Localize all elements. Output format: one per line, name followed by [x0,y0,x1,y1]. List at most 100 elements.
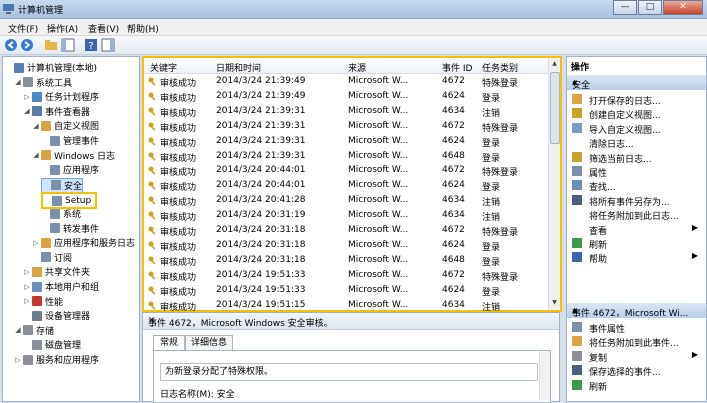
actions-section-event[interactable]: 事件 4672，Microsoft Wi... ▲ [567,303,706,319]
tree-shared-folders[interactable]: ▷ 共享文件夹 [23,265,90,278]
action-item[interactable]: 查找... [567,178,706,193]
table-row[interactable]: 审核成功 2014/3/24 21:39:49 Microsoft W... 4672… [144,74,548,89]
detail-scrollbar[interactable] [539,351,550,400]
action-item[interactable]: 创建自定义视图... [567,106,706,121]
menu-item-2[interactable]: 查看(V) [88,22,119,35]
tree-disk-management[interactable]: 磁盘管理 [23,338,81,351]
expand-toggle-icon[interactable]: ◢ [14,326,22,334]
expand-toggle-icon[interactable]: ◢ [14,78,22,86]
action-item[interactable]: 刷新 [567,236,706,251]
forward-arrow-icon[interactable] [20,38,34,52]
table-row[interactable]: 审核成功 2014/3/24 20:31:18 Microsoft W... 4624… [144,238,548,253]
close-detail-icon[interactable]: ✕ [148,316,554,326]
expand-toggle-icon[interactable]: ▷ [23,297,31,305]
action-label: 清除日志... [589,140,634,151]
action-item[interactable]: 打开保存的日志... [567,92,706,107]
tree-system-tools[interactable]: ◢ 系统工具 [14,76,72,89]
menu-item-0[interactable]: 文件(F) [8,22,38,35]
scroll-up-icon[interactable]: ▲ [550,60,559,69]
actions-section-security[interactable]: 安全 ▲ [567,75,706,91]
tree-forwarded-events[interactable]: 转发事件 [41,222,99,235]
tab-general[interactable]: 常规 [153,335,185,351]
scroll-down-icon[interactable]: ▼ [550,299,559,308]
action-item[interactable]: 导入自定义视图... [567,121,706,136]
table-row[interactable]: 审核成功 2014/3/24 20:31:18 Microsoft W... 4648… [144,253,548,268]
tree-local-users[interactable]: ▷ 本地用户和组 [23,280,99,293]
tree-custom-views[interactable]: ◢ 自定义视图 [32,119,99,132]
expand-toggle-icon[interactable]: ◢ [32,122,40,130]
action-item[interactable]: 将任务附加到此日志... [567,207,706,223]
tree-system[interactable]: 系统 [41,207,81,220]
table-row[interactable]: 审核成功 2014/3/24 21:39:31 Microsoft W... 4648… [144,149,548,164]
table-row[interactable]: 审核成功 2014/3/24 20:44:01 Microsoft W... 4672… [144,163,548,178]
action-item[interactable]: 帮助 ▶ [567,250,706,265]
expand-toggle-icon[interactable]: ▷ [23,93,31,101]
tree-services-apps[interactable]: ▷ 服务和应用程序 [14,353,99,366]
maximize-button[interactable]: □ [638,0,662,15]
expand-toggle-icon[interactable]: ◢ [23,107,31,115]
tree-security[interactable]: 安全 [41,177,84,193]
table-row[interactable]: 审核成功 2014/3/24 20:41:28 Microsoft W... 4634… [144,193,548,208]
collapse-icon[interactable]: ▲ [572,78,700,86]
table-row[interactable]: 审核成功 2014/3/24 21:39:31 Microsoft W... 4624… [144,134,548,149]
tree-node-icon [32,266,42,277]
column-header-4[interactable]: 任务类别 [482,61,518,74]
table-cell: 登录 [482,287,501,298]
action-item[interactable]: 属性 [567,164,706,179]
table-row[interactable]: 审核成功 2014/3/24 21:39:31 Microsoft W... 4672… [144,119,548,134]
expand-toggle-icon[interactable]: ▷ [23,268,31,276]
tree-computer-management[interactable]: 计算机管理(本地) [5,61,97,74]
back-arrow-icon[interactable] [4,38,18,52]
tree-app-service-logs[interactable]: ▷ 应用程序和服务日志 [32,236,135,249]
collapse-icon[interactable]: ▲ [572,306,700,314]
show-hide-action-pane-icon[interactable] [101,38,115,52]
tree-node-label: 管理事件 [63,137,100,147]
table-row[interactable]: 审核成功 2014/3/24 20:44:01 Microsoft W... 4624… [144,178,548,193]
action-item[interactable]: 复制 ▶ [567,349,706,364]
action-label: 将任务附加到此日志... [589,212,679,223]
action-item[interactable]: 事件属性 [567,320,706,335]
table-row[interactable]: 审核成功 2014/3/24 21:39:49 Microsoft W... 4624… [144,89,548,104]
expand-toggle-icon[interactable]: ▷ [32,239,40,247]
expand-toggle-icon[interactable]: ▷ [23,283,31,291]
tree-application[interactable]: 应用程序 [41,163,99,176]
action-item[interactable]: 查看 ▶ [567,222,706,237]
table-row[interactable]: 审核成功 2014/3/24 19:51:33 Microsoft W... 4672… [144,268,548,283]
tree-performance[interactable]: ▷ 性能 [23,295,63,308]
table-row[interactable]: 审核成功 2014/3/24 19:51:15 Microsoft W... 4634… [144,298,548,313]
tree-event-viewer[interactable]: ◢ 事件查看器 [23,105,90,118]
table-row[interactable]: 审核成功 2014/3/24 20:31:19 Microsoft W... 4634… [144,208,548,223]
tree-device-manager[interactable]: 设备管理器 [23,309,90,322]
minimize-button[interactable]: — [613,0,637,15]
menu-item-3[interactable]: 帮助(H) [127,22,159,35]
tree-subscriptions[interactable]: 订阅 [32,251,72,264]
tree-windows-logs[interactable]: ◢ Windows 日志 [32,149,115,162]
tree-storage[interactable]: ◢ 存储 [14,324,54,337]
tree-admin-events[interactable]: 管理事件 [41,134,99,147]
close-button[interactable]: ✕ [663,0,703,15]
tab-details[interactable]: 详细信息 [185,335,233,350]
column-header-2[interactable]: 来源 [348,61,366,74]
key-icon [148,137,156,146]
tree-task-scheduler[interactable]: ▷ 任务计划程序 [23,90,99,103]
action-item[interactable]: 将所有事件另存为... [567,193,706,208]
column-header-0[interactable]: 关键字 [150,61,177,74]
table-row[interactable]: 审核成功 2014/3/24 19:51:33 Microsoft W... 4624… [144,283,548,298]
scroll-thumb[interactable] [550,72,560,144]
action-item[interactable]: 保存选择的事件... [567,363,706,378]
table-row[interactable]: 审核成功 2014/3/24 21:39:31 Microsoft W... 4634… [144,104,548,119]
up-folder-icon[interactable] [44,38,58,52]
expand-toggle-icon[interactable]: ▷ [14,356,22,364]
menu-item-1[interactable]: 操作(A) [47,22,78,35]
expand-toggle-icon[interactable]: ◢ [32,151,40,159]
event-list-scrollbar[interactable]: ▲ ▼ [548,58,560,310]
action-item[interactable]: 清除日志... [567,135,706,151]
column-header-3[interactable]: 事件 ID [442,61,472,74]
column-header-1[interactable]: 日期和时间 [216,61,261,74]
table-row[interactable]: 审核成功 2014/3/24 20:31:18 Microsoft W... 4672… [144,223,548,238]
help-icon[interactable]: ? [84,38,98,52]
show-hide-tree-icon[interactable] [61,38,75,52]
action-item[interactable]: 刷新 [567,378,706,393]
action-item[interactable]: 筛选当前日志... [567,150,706,165]
action-item[interactable]: 将任务附加到此事件... [567,334,706,349]
